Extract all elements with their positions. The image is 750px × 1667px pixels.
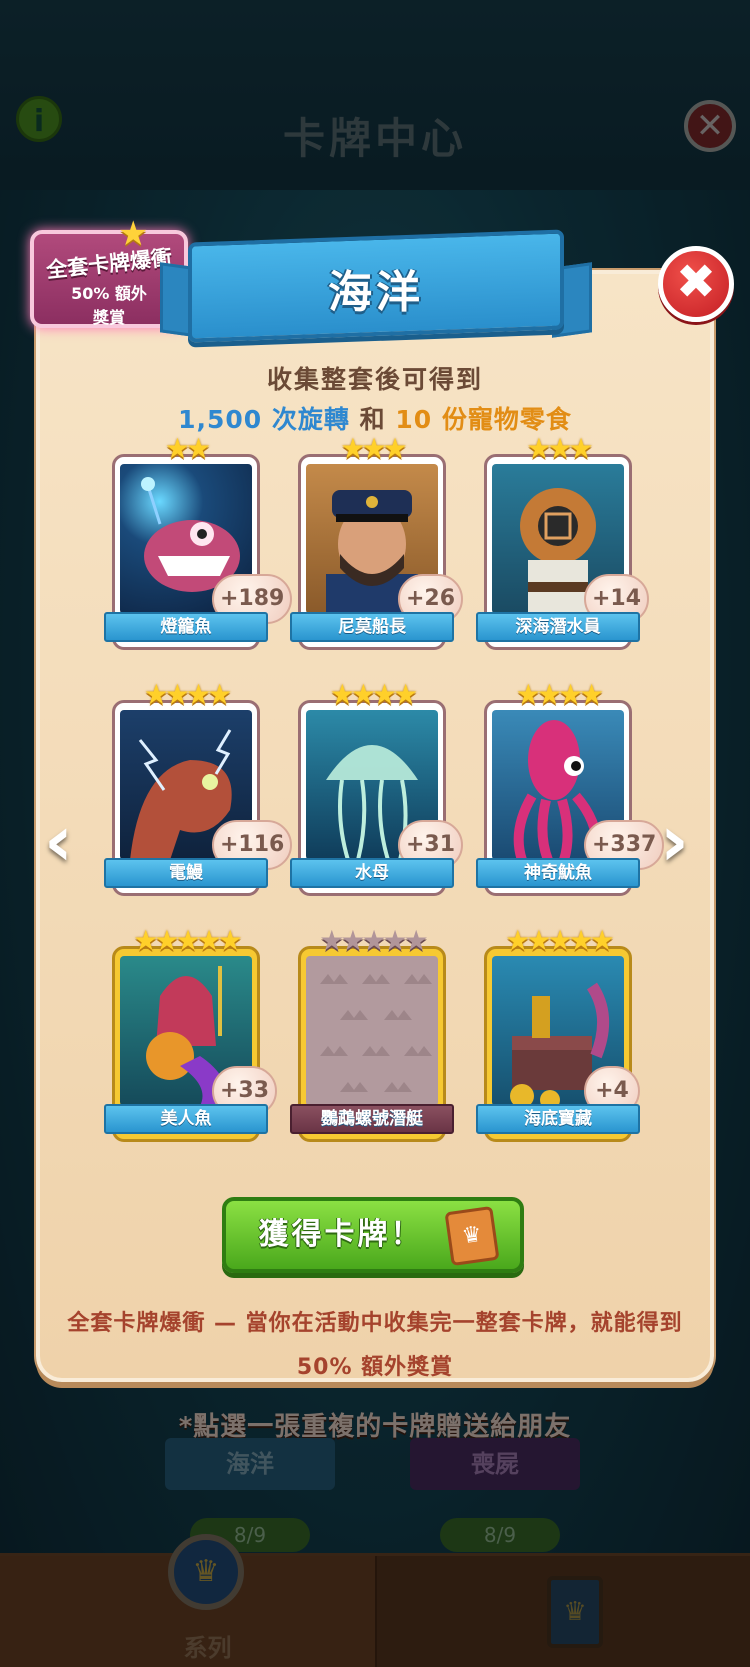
card-name: 神奇魷魚 xyxy=(476,858,640,888)
card-captain-nemo[interactable]: ★★★ +26 尼莫船長 xyxy=(290,432,464,654)
card-name: 水母 xyxy=(290,858,454,888)
card-stars: ★★★★ xyxy=(143,678,232,711)
set-title: 海洋 xyxy=(328,267,424,318)
reward-snacks-label: 份寵物零食 xyxy=(441,405,572,434)
card-mermaid[interactable]: ★★★★★ +33 美人魚 xyxy=(104,924,278,1146)
close-button[interactable]: ✖ xyxy=(658,246,734,322)
reward-and: 和 xyxy=(359,405,386,434)
card-name: 尼莫船長 xyxy=(290,612,454,642)
card-electric-eel[interactable]: ★★★★ +116 電鰻 xyxy=(104,678,293,900)
locked-card-back xyxy=(306,956,438,1106)
card-stars: ★★★ xyxy=(340,432,407,465)
card-lanternfish[interactable]: ★★ +189 燈籠魚 xyxy=(104,432,293,654)
reward-snacks: 10 xyxy=(385,405,442,434)
reward-spins-label: 次旋轉 xyxy=(262,405,360,434)
card-nautilus-submarine-locked[interactable]: ★★★★★ 鸚鵡螺號潛艇 xyxy=(290,924,454,1146)
get-cards-label: 獲得卡牌！ xyxy=(258,1217,424,1252)
card-name: 鸚鵡螺號潛艇 xyxy=(290,1104,454,1134)
card-stars: ★★★★★ xyxy=(505,924,615,957)
card-deep-sea-diver[interactable]: ★★★ +14 深海潛水員 xyxy=(476,432,650,654)
reward-spins: 1,500 xyxy=(178,405,263,434)
card-name: 深海潛水員 xyxy=(476,612,640,642)
get-cards-button[interactable]: 獲得卡牌！ ♛ xyxy=(222,1197,524,1273)
card-magic-squid[interactable]: ★★★★ +337 神奇魷魚 xyxy=(476,678,665,900)
card-name: 燈籠魚 xyxy=(104,612,268,642)
next-set-arrow[interactable]: › xyxy=(660,800,689,882)
card-stars: ★★★★★ xyxy=(319,924,429,957)
card-stars: ★★ xyxy=(164,432,211,465)
card-name: 電鰻 xyxy=(104,858,268,888)
card-stars: ★★★★★ xyxy=(133,924,243,957)
card-stars: ★★★ xyxy=(526,432,593,465)
reward-line: 1,500 次旋轉 和 10 份寵物零食 xyxy=(36,400,714,436)
card-name: 海底寶藏 xyxy=(476,1104,640,1134)
collect-description: 收集整套後可得到 xyxy=(266,365,483,394)
card-stars: ★★★★ xyxy=(515,678,604,711)
card-jellyfish[interactable]: ★★★★ +31 水母 xyxy=(290,678,464,900)
card-stars: ★★★★ xyxy=(329,678,418,711)
card-seabed-treasure[interactable]: ★★★★★ +4 海底寶藏 xyxy=(476,924,640,1146)
full-set-bonus-description: 全套卡牌爆衝 — 當你在活動中收集完一整套卡牌，就能得到 50% 額外獎賞 xyxy=(67,1311,683,1380)
card-pack-icon: ♛ xyxy=(444,1205,500,1267)
prev-set-arrow[interactable]: ‹ xyxy=(44,800,73,882)
card-name: 美人魚 xyxy=(104,1104,268,1134)
